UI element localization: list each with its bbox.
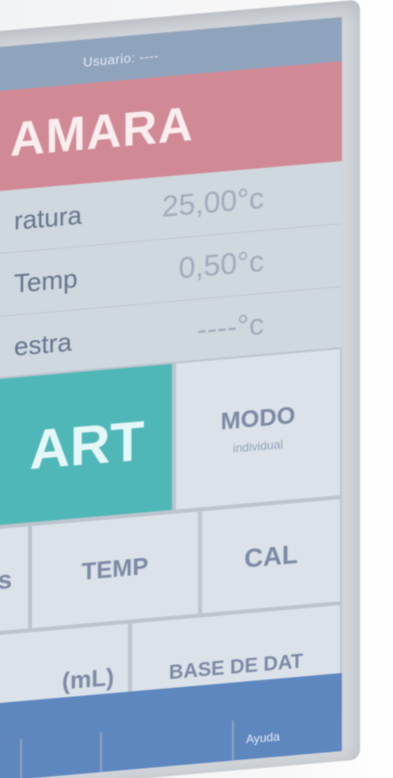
touch-screen: Usuario: ---- AMARA ratura 25,00°c Temp … [0, 17, 342, 778]
user-label: Usuario: ---- [83, 47, 159, 70]
left-partial-button[interactable]: s [0, 524, 30, 642]
temp-label: TEMP [81, 552, 149, 586]
reading-value: 25,00°c [161, 181, 264, 224]
reading-label: ratura [14, 199, 82, 236]
page-title: AMARA [10, 97, 194, 167]
reading-label: estra [14, 326, 72, 362]
reading-label: Temp [14, 262, 78, 299]
photo-scene: Usuario: ---- AMARA ratura 25,00°c Temp … [0, 0, 393, 778]
mode-button[interactable]: MODO individual [174, 347, 342, 512]
start-button[interactable]: ART [0, 361, 174, 536]
bottom-tab-3[interactable] [100, 720, 232, 773]
temp-button[interactable]: TEMP [30, 509, 200, 631]
bottom-tab-1[interactable] [0, 739, 20, 778]
mode-label: MODO [220, 402, 296, 436]
device-bezel: Usuario: ---- AMARA ratura 25,00°c Temp … [0, 0, 360, 778]
button-grid: ART MODO individual s TEMP CAL (mL) BASE… [0, 347, 342, 752]
volume-label: (mL) [62, 663, 114, 696]
help-tab-label: Ayuda [246, 729, 280, 747]
reading-value: ----°c [197, 307, 264, 347]
start-label: ART [29, 407, 145, 481]
cal-button[interactable]: CAL [200, 497, 342, 616]
left-partial-label: s [0, 563, 12, 595]
cal-label: CAL [244, 538, 298, 574]
help-tab[interactable]: Ayuda [232, 711, 342, 761]
reading-value: 0,50°c [178, 244, 264, 286]
mode-sublabel: individual [232, 437, 284, 456]
bottom-tab-2[interactable] [20, 732, 100, 778]
